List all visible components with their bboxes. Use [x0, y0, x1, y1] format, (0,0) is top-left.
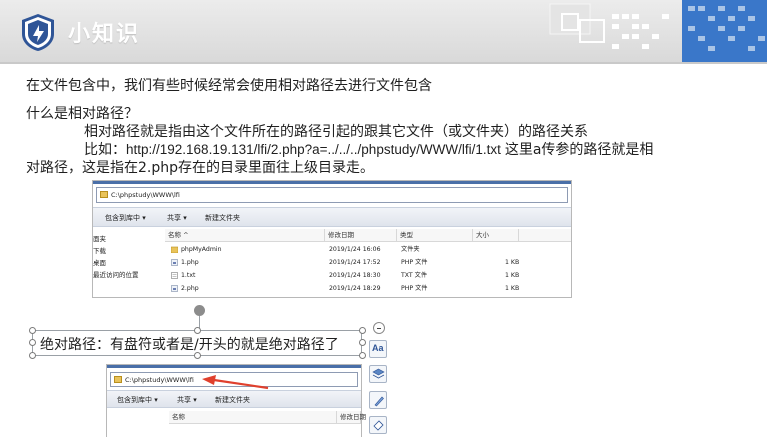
resize-handle-top-right[interactable] — [359, 327, 366, 334]
relative-path-question: 什么是相对路径？ — [26, 106, 138, 122]
shield-logo-icon — [22, 14, 54, 51]
column-header-date: 修改日期 — [337, 411, 366, 423]
resize-handle-bottom-left[interactable] — [29, 352, 36, 359]
folder-icon — [171, 246, 178, 253]
folder-icon — [114, 376, 122, 383]
explorer-toolbar: 包含到库中 ▾ 共享 ▾ 新建文件夹 — [107, 390, 361, 408]
absolute-path-text[interactable]: 绝对路径：有盘符或者是/开头的就是绝对路径了 — [40, 334, 339, 354]
resize-handle-bottom-right[interactable] — [359, 352, 366, 359]
resize-handle-left[interactable] — [29, 339, 36, 346]
example-suffix: 这里a传参的路径就是相 — [504, 142, 654, 158]
window-titlebar — [93, 181, 571, 184]
address-bar: C:\phpstudy\WWW\lfi — [96, 187, 568, 203]
include-in-library-menu: 包含到库中 ▾ — [105, 214, 146, 222]
column-header-name: 名称 ^ — [165, 229, 325, 241]
navigation-pane: 面夹 下载 桌面 最近访问的位置 — [93, 229, 163, 299]
column-headers: 名称 修改日期 — [169, 411, 366, 424]
resize-handle-top-left[interactable] — [29, 327, 36, 334]
explorer-screenshot-1: C:\phpstudy\WWW\lfi 包含到库中 ▾ 共享 ▾ 新建文件夹 面… — [92, 180, 572, 298]
shape-fill-button[interactable] — [369, 416, 387, 434]
text-file-icon — [171, 272, 178, 279]
folder-icon — [100, 191, 108, 198]
pixel-decoration — [549, 0, 767, 62]
share-menu: 共享 ▾ — [167, 214, 187, 222]
header-band: 小知识 — [0, 0, 767, 62]
nav-item: 最近访问的位置 — [93, 271, 139, 279]
pen-icon — [374, 396, 384, 407]
column-header-name: 名称 — [169, 411, 337, 423]
example-line: 比如：http://192.168.19.131/lfi/2.php?a=../… — [84, 139, 653, 159]
share-menu: 共享 ▾ — [177, 396, 197, 404]
red-arrow-annotation — [202, 375, 269, 390]
column-header-size: 大小 — [473, 229, 519, 241]
file-list: phpMyAdmin 2019/1/24 16:06 文件夹 1.php 201… — [165, 243, 571, 299]
nav-item: 下载 — [93, 247, 106, 255]
new-folder-button: 新建文件夹 — [205, 214, 240, 222]
example-prefix: 比如： — [84, 142, 126, 158]
resize-handle-top[interactable] — [194, 327, 201, 334]
pen-button[interactable] — [369, 391, 387, 409]
explorer-toolbar: 包含到库中 ▾ 共享 ▾ 新建文件夹 — [93, 207, 571, 227]
column-header-date: 修改日期 — [325, 229, 397, 241]
address-path: C:\phpstudy\WWW\lfi — [125, 376, 194, 384]
intro-text: 在文件包含中，我们有些时候经常会使用相对路径去进行文件包含 — [26, 78, 432, 94]
layers-icon — [372, 368, 385, 379]
paint-bucket-icon — [373, 420, 384, 431]
php-file-icon — [171, 285, 178, 292]
nav-item: 面夹 — [93, 235, 106, 243]
window-titlebar — [107, 365, 361, 368]
example-url: http://192.168.19.131/lfi/2.php?a=../../… — [126, 142, 501, 157]
resize-handle-right[interactable] — [359, 339, 366, 346]
php-file-icon — [171, 259, 178, 266]
font-style-icon: Aa — [372, 343, 384, 353]
layers-button[interactable] — [369, 365, 387, 383]
rotate-handle[interactable] — [194, 305, 205, 316]
column-headers: 名称 ^ 修改日期 类型 大小 — [165, 229, 571, 242]
font-style-button[interactable]: Aa — [369, 340, 387, 358]
collapse-button[interactable] — [373, 322, 385, 334]
relative-path-definition: 相对路径就是指由这个文件所在的路径引起的跟其它文件（或文件夹）的路径关系 — [84, 124, 588, 140]
page-title: 小知识 — [68, 22, 141, 47]
example-continuation: 对路径，这是指在2.php存在的目录里面往上级目录走。 — [26, 160, 375, 176]
include-in-library-menu: 包含到库中 ▾ — [117, 396, 158, 404]
header-divider — [0, 62, 767, 64]
nav-item: 桌面 — [93, 259, 106, 267]
address-path: C:\phpstudy\WWW\lfi — [111, 191, 180, 199]
column-header-type: 类型 — [397, 229, 473, 241]
new-folder-button: 新建文件夹 — [215, 396, 250, 404]
